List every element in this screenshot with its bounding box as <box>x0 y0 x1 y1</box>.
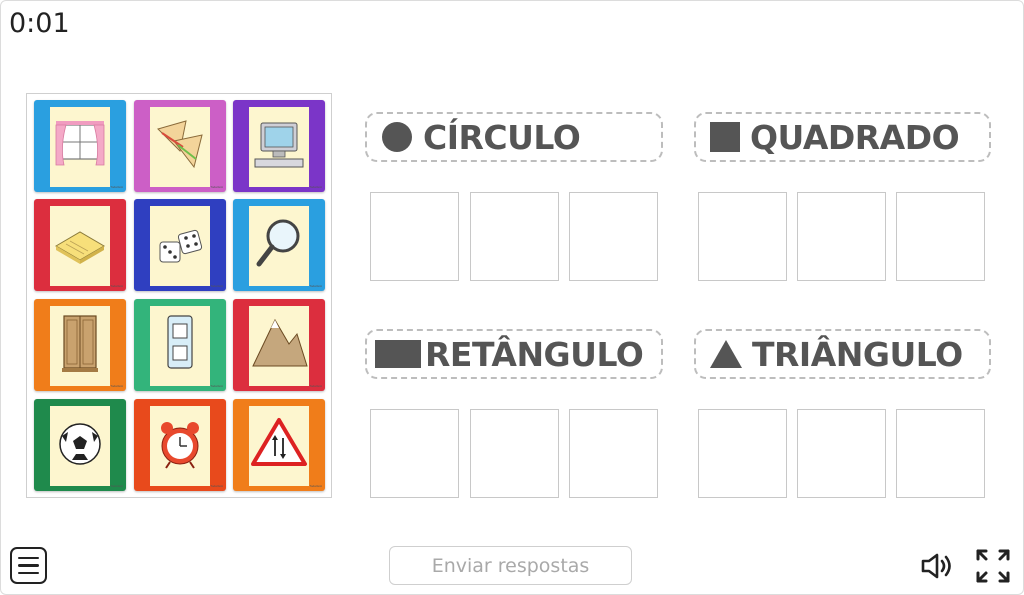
sandwich-image <box>150 107 210 187</box>
card-tag: TodaVeiA <box>110 384 123 388</box>
category-label-triangle: TRIÂNGULO <box>694 329 991 379</box>
drop-slot-square-2[interactable] <box>797 192 886 281</box>
card-palette: TodaVeiA TodaVeiA TodaVeiA TodaVeiA Toda… <box>26 93 332 498</box>
drop-slot-triangle-1[interactable] <box>698 409 787 498</box>
category-label-square: QUADRADO <box>694 112 991 162</box>
category-label-text: CÍRCULO <box>423 117 581 157</box>
category-label-rectangle: RETÂNGULO <box>365 329 663 379</box>
wardrobe-image <box>50 306 110 386</box>
card-notepad[interactable]: TodaVeiA <box>34 199 126 291</box>
category-label-text: RETÂNGULO <box>425 334 644 374</box>
card-window[interactable]: TodaVeiA <box>34 100 126 192</box>
category-label-text: TRIÂNGULO <box>752 334 963 374</box>
drop-slot-circle-2[interactable] <box>470 192 559 281</box>
card-tag: TodaVeiA <box>309 384 322 388</box>
card-sandwich[interactable]: TodaVeiA <box>134 100 226 192</box>
light-switch-image <box>150 306 210 386</box>
card-traffic-sign[interactable]: TodaVeiA <box>233 399 325 491</box>
drop-slot-square-3[interactable] <box>896 192 985 281</box>
card-light-switch[interactable]: TodaVeiA <box>134 299 226 391</box>
alarm-clock-image <box>150 406 210 486</box>
rectangle-icon <box>375 340 421 368</box>
card-alarm-clock[interactable]: TodaVeiA <box>134 399 226 491</box>
dice-image <box>150 206 210 286</box>
drop-slot-triangle-3[interactable] <box>896 409 985 498</box>
traffic-sign-image <box>249 406 309 486</box>
magnifier-image <box>249 206 309 286</box>
card-tag: TodaVeiA <box>110 484 123 488</box>
drop-slot-circle-3[interactable] <box>569 192 658 281</box>
card-tag: TodaVeiA <box>210 284 223 288</box>
card-dice[interactable]: TodaVeiA <box>134 199 226 291</box>
card-tag: TodaVeiA <box>309 185 322 189</box>
card-tag: TodaVeiA <box>210 484 223 488</box>
category-label-text: QUADRADO <box>750 117 960 157</box>
drop-slot-rectangle-3[interactable] <box>569 409 658 498</box>
drop-slot-triangle-2[interactable] <box>797 409 886 498</box>
card-magnifier[interactable]: TodaVeiA <box>233 199 325 291</box>
fullscreen-icon[interactable] <box>975 548 1011 584</box>
menu-icon <box>18 556 39 560</box>
card-tag: TodaVeiA <box>309 484 322 488</box>
drop-slot-circle-1[interactable] <box>370 192 459 281</box>
mountain-image <box>249 306 309 386</box>
computer-image <box>249 107 309 187</box>
card-tag: TodaVeiA <box>309 284 322 288</box>
card-tag: TodaVeiA <box>110 284 123 288</box>
triangle-icon <box>710 340 742 368</box>
card-wardrobe[interactable]: TodaVeiA <box>34 299 126 391</box>
soccer-ball-image <box>50 406 110 486</box>
drop-slot-rectangle-1[interactable] <box>370 409 459 498</box>
timer: 0:01 <box>9 8 70 39</box>
square-icon <box>710 122 740 152</box>
drop-slot-rectangle-2[interactable] <box>470 409 559 498</box>
menu-button[interactable] <box>10 547 47 584</box>
card-mountain[interactable]: TodaVeiA <box>233 299 325 391</box>
card-tag: TodaVeiA <box>210 185 223 189</box>
card-tag: TodaVeiA <box>110 185 123 189</box>
card-soccer-ball[interactable]: TodaVeiA <box>34 399 126 491</box>
speaker-icon[interactable] <box>918 548 954 584</box>
card-tag: TodaVeiA <box>210 384 223 388</box>
drop-slot-square-1[interactable] <box>698 192 787 281</box>
submit-answers-button[interactable]: Enviar respostas <box>389 546 632 585</box>
circle-icon <box>382 122 412 152</box>
notepad-image <box>50 206 110 286</box>
window-image <box>50 107 110 187</box>
category-label-circle: CÍRCULO <box>365 112 663 162</box>
card-computer[interactable]: TodaVeiA <box>233 100 325 192</box>
